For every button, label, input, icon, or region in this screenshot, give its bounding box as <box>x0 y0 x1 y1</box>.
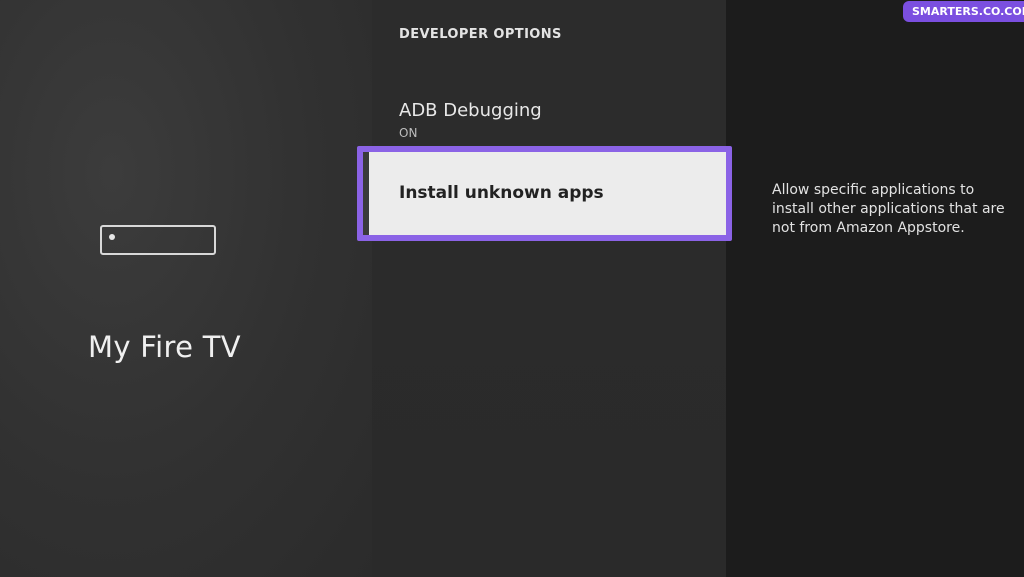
menu-item-label: Install unknown apps <box>399 183 604 203</box>
left-panel: My Fire TV <box>0 0 372 577</box>
menu-item-install-unknown-apps[interactable]: Install unknown apps <box>357 146 732 241</box>
item-description: Allow specific applications to install o… <box>772 182 1005 236</box>
breadcrumb: DEVELOPER OPTIONS <box>399 27 562 42</box>
menu-item-adb-debugging[interactable]: ADB Debugging ON <box>399 100 719 146</box>
device-indicator-dot <box>109 234 115 240</box>
fire-tv-device-icon <box>100 225 216 255</box>
focus-indicator-bar <box>363 152 369 235</box>
middle-panel <box>372 0 726 577</box>
menu-item-label: ADB Debugging <box>399 100 542 121</box>
right-panel <box>726 0 1024 577</box>
section-title: My Fire TV <box>88 330 241 364</box>
menu-item-value: ON <box>399 126 418 140</box>
watermark-badge: SMARTERS.CO.COM <box>903 1 1024 22</box>
